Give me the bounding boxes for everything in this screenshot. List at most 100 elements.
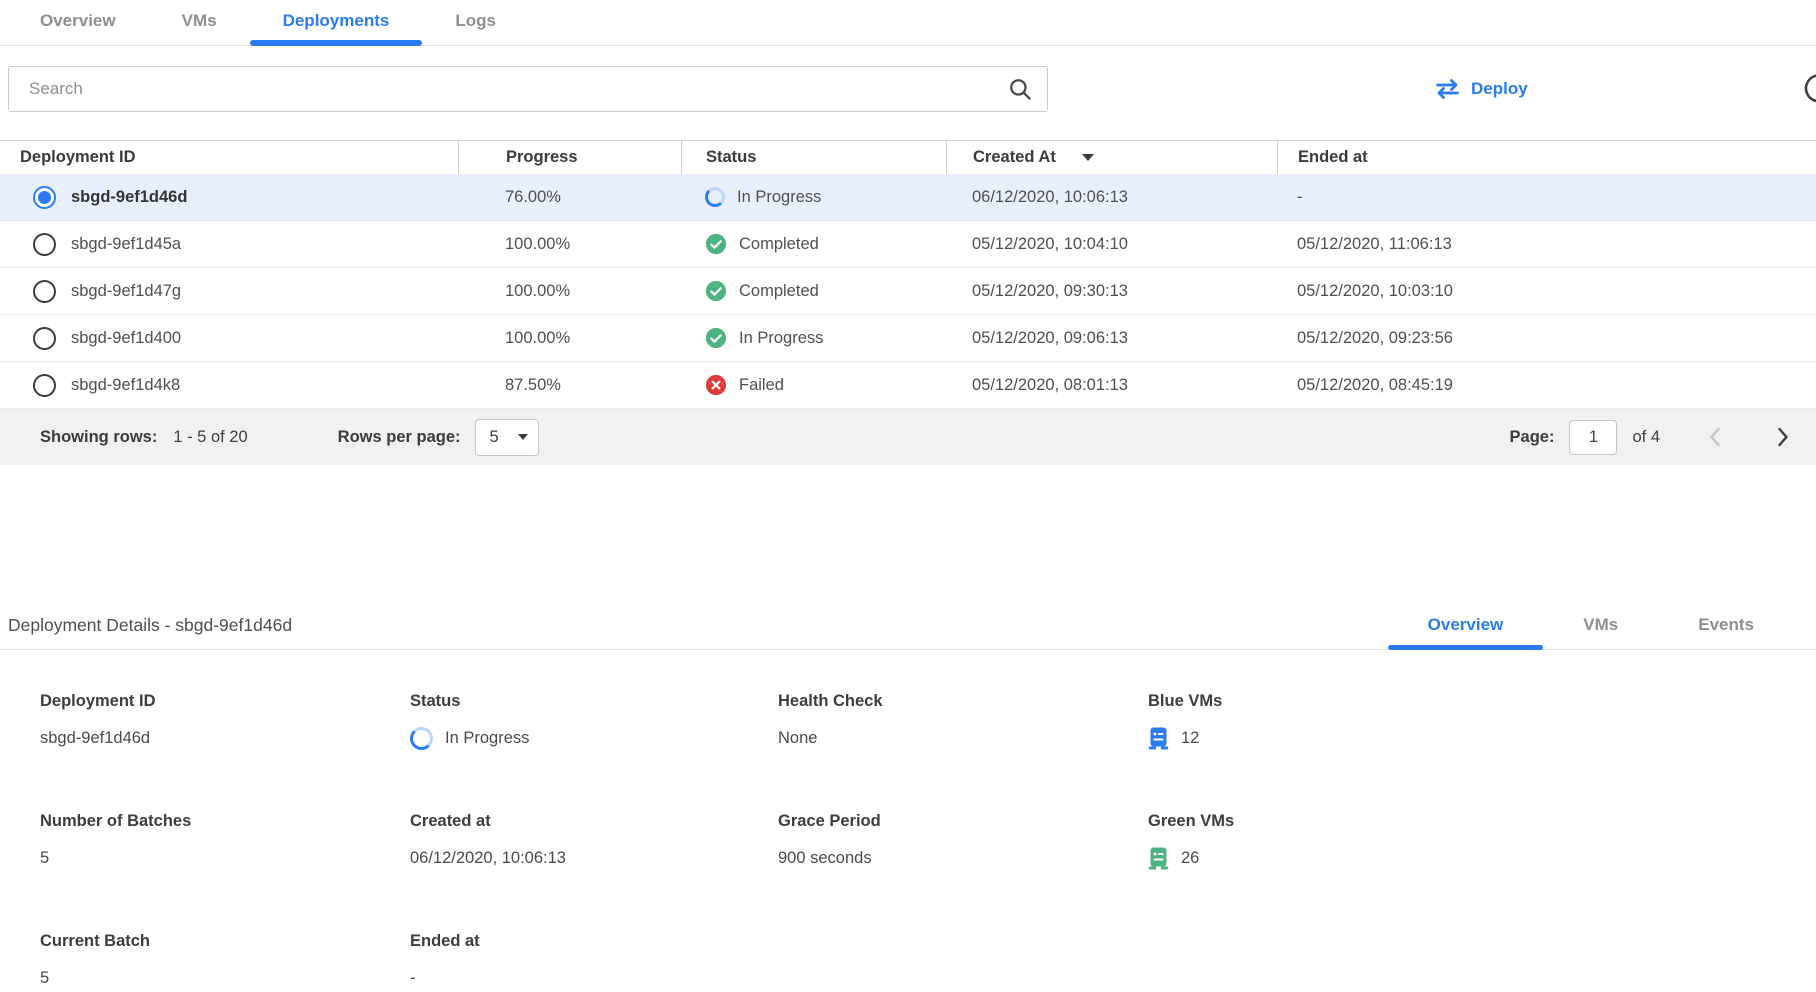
progress-cell: 87.50%	[458, 362, 681, 408]
details-title: Deployment Details - sbgd-9ef1d46d	[8, 615, 292, 649]
ended-at-cell: 05/12/2020, 10:03:10	[1277, 268, 1816, 314]
row-radio[interactable]	[33, 280, 56, 303]
ended-at-cell: 05/12/2020, 11:06:13	[1277, 221, 1816, 267]
showing-rows-value: 1 - 5 of 20	[173, 428, 247, 447]
page-total: of 4	[1632, 428, 1660, 447]
column-header-progress[interactable]: Progress	[458, 141, 681, 174]
column-header-deployment-id[interactable]: Deployment ID	[0, 141, 458, 174]
field-green-vms: Green VMs 26	[1148, 812, 1816, 870]
field-number-of-batches: Number of Batches 5	[40, 812, 410, 870]
search-icon[interactable]	[1007, 76, 1033, 102]
deployment-id-cell: sbgd-9ef1d4k8	[71, 376, 180, 395]
tab-deployments[interactable]: Deployments	[250, 11, 423, 45]
progress-cell: 100.00%	[458, 315, 681, 361]
search-box	[8, 66, 1048, 112]
table-body: sbgd-9ef1d46d 76.00% In Progress 06/12/2…	[0, 174, 1816, 409]
status-label: Completed	[739, 235, 819, 254]
row-radio[interactable]	[33, 327, 56, 350]
column-header-created-at[interactable]: Created At	[946, 141, 1277, 174]
field-deployment-id: Deployment ID sbgd-9ef1d46d	[40, 692, 410, 750]
details-header: Deployment Details - sbgd-9ef1d46d Overv…	[0, 580, 1816, 650]
page-label: Page:	[1510, 428, 1555, 447]
vm-green-icon	[1148, 847, 1169, 870]
field-current-batch: Current Batch 5	[40, 932, 410, 990]
search-input[interactable]	[27, 78, 1007, 100]
rows-per-page-label: Rows per page:	[338, 428, 461, 447]
ended-at-cell: -	[1277, 174, 1816, 220]
pager: Page: of 4	[1510, 420, 1790, 455]
created-at-cell: 05/12/2020, 08:01:13	[946, 362, 1277, 408]
field-status: Status In Progress	[410, 692, 778, 750]
details-grid: Deployment ID sbgd-9ef1d46d Status In Pr…	[0, 650, 1816, 990]
status-cell: Failed	[681, 362, 946, 408]
field-grace-period: Grace Period 900 seconds	[778, 812, 1148, 870]
deployment-id-cell: sbgd-9ef1d400	[71, 329, 181, 348]
in-progress-icon	[705, 187, 725, 207]
status-label: In Progress	[739, 329, 823, 348]
rows-per-page-select[interactable]: 5	[475, 419, 539, 456]
created-at-cell: 05/12/2020, 10:04:10	[946, 221, 1277, 267]
field-health-check: Health Check None	[778, 692, 1148, 750]
details-tab-events[interactable]: Events	[1658, 615, 1794, 649]
ended-at-cell: 05/12/2020, 09:23:56	[1277, 315, 1816, 361]
tab-logs[interactable]: Logs	[422, 11, 529, 45]
table-row[interactable]: sbgd-9ef1d400 100.00% In Progress 05/12/…	[0, 315, 1816, 362]
progress-cell: 100.00%	[458, 268, 681, 314]
deployment-id-cell: sbgd-9ef1d46d	[71, 188, 187, 207]
table-row[interactable]: sbgd-9ef1d4k8 87.50% Failed 05/12/2020, …	[0, 362, 1816, 409]
deployments-table: Deployment ID Progress Status Created At…	[0, 140, 1816, 465]
details-tab-vms[interactable]: VMs	[1543, 615, 1658, 649]
created-at-cell: 05/12/2020, 09:30:13	[946, 268, 1277, 314]
column-header-ended-at[interactable]: Ended at	[1277, 141, 1816, 174]
table-row[interactable]: sbgd-9ef1d46d 76.00% In Progress 06/12/2…	[0, 174, 1816, 221]
status-label: In Progress	[737, 188, 821, 207]
field-ended-at: Ended at -	[410, 932, 778, 990]
created-at-cell: 06/12/2020, 10:06:13	[946, 174, 1277, 220]
vm-blue-icon	[1148, 727, 1169, 750]
table-row[interactable]: sbgd-9ef1d47g 100.00% Completed 05/12/20…	[0, 268, 1816, 315]
status-cell: In Progress	[681, 315, 946, 361]
status-cell: Completed	[681, 221, 946, 267]
status-cell: In Progress	[681, 174, 946, 220]
field-blue-vms: Blue VMs 12	[1148, 692, 1816, 750]
rows-per-page-value: 5	[490, 428, 499, 447]
completed-icon	[705, 280, 727, 302]
row-radio-selected[interactable]	[33, 186, 56, 209]
progress-cell: 76.00%	[458, 174, 681, 220]
row-radio[interactable]	[33, 233, 56, 256]
showing-rows-label: Showing rows:	[40, 428, 157, 447]
tab-overview[interactable]: Overview	[7, 11, 149, 45]
status-label: Failed	[739, 376, 784, 395]
details-tab-bar: Overview VMs Events	[1388, 615, 1816, 649]
ended-at-cell: 05/12/2020, 08:45:19	[1277, 362, 1816, 408]
field-created-at: Created at 06/12/2020, 10:06:13	[410, 812, 778, 870]
completed-icon	[705, 327, 727, 349]
deploy-label: Deploy	[1471, 79, 1528, 99]
deploy-swap-icon	[1434, 79, 1461, 99]
failed-icon	[705, 374, 727, 396]
status-label: Completed	[739, 282, 819, 301]
table-footer: Showing rows: 1 - 5 of 20 Rows per page:…	[0, 409, 1816, 465]
row-radio[interactable]	[33, 374, 56, 397]
top-tab-bar: Overview VMs Deployments Logs	[0, 0, 1816, 46]
deployment-id-cell: sbgd-9ef1d45a	[71, 235, 181, 254]
details-tab-overview[interactable]: Overview	[1388, 615, 1544, 649]
sort-desc-icon	[1082, 154, 1094, 161]
refresh-icon[interactable]	[1795, 71, 1816, 107]
table-header-row: Deployment ID Progress Status Created At…	[0, 141, 1816, 174]
created-at-cell: 05/12/2020, 09:06:13	[946, 315, 1277, 361]
deployment-details-section: Deployment Details - sbgd-9ef1d46d Overv…	[0, 580, 1816, 990]
column-header-status[interactable]: Status	[681, 141, 946, 174]
caret-down-icon	[518, 434, 528, 440]
prev-page-button[interactable]	[1708, 427, 1721, 447]
tab-vms[interactable]: VMs	[149, 11, 250, 45]
deploy-button[interactable]: Deploy	[1428, 66, 1534, 112]
table-row[interactable]: sbgd-9ef1d45a 100.00% Completed 05/12/20…	[0, 221, 1816, 268]
completed-icon	[705, 233, 727, 255]
in-progress-icon	[410, 727, 433, 750]
next-page-button[interactable]	[1777, 427, 1790, 447]
toolbar: Deploy	[0, 66, 1816, 112]
page-input[interactable]	[1569, 420, 1617, 455]
status-cell: Completed	[681, 268, 946, 314]
deployment-id-cell: sbgd-9ef1d47g	[71, 282, 181, 301]
